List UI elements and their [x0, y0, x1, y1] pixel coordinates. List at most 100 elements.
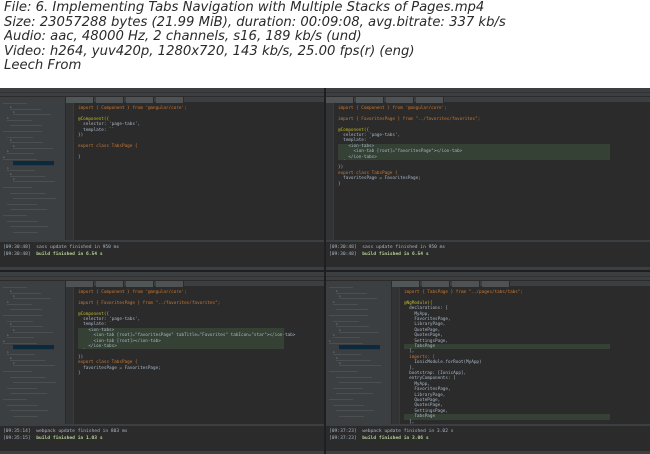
- project-tree-item[interactable]: [336, 373, 372, 378]
- project-tree-item[interactable]: [3, 155, 37, 160]
- thumbnail-grid: import { Component } from '@angular/core…: [0, 88, 650, 454]
- project-tree-item[interactable]: [3, 99, 27, 104]
- project-tree-item[interactable]: [7, 300, 32, 305]
- project-tree-item[interactable]: [10, 389, 47, 395]
- ide-status-bar: [0, 266, 324, 270]
- code-line: import { Component } from '@angular/core…: [338, 106, 447, 111]
- code-line: favoritesPage = FavoritesPage;: [78, 365, 161, 371]
- project-tree-panel[interactable]: [0, 97, 66, 240]
- code-editor[interactable]: import { Component } from '@angular/core…: [75, 103, 324, 240]
- code-editor[interactable]: import { Component } from '@angular/core…: [75, 287, 324, 424]
- project-tree-item[interactable]: [13, 160, 54, 166]
- terminal-panel[interactable]: [09:30:48] sass update finished in 950 m…: [0, 240, 324, 266]
- terminal-line: [09:30:48] build finished in 6.54 s: [329, 252, 429, 258]
- project-tree-item[interactable]: [10, 305, 42, 311]
- project-tree-item[interactable]: [10, 205, 47, 211]
- project-tree-item[interactable]: [336, 322, 369, 328]
- code-editor[interactable]: import { TabsPage } from "../pages/tabs/…: [401, 287, 650, 424]
- ide-status-bar: [0, 450, 324, 454]
- project-tree-item[interactable]: [336, 305, 368, 311]
- project-tree-item[interactable]: [13, 144, 53, 149]
- project-tree-item[interactable]: [333, 401, 364, 406]
- project-tree-item[interactable]: [3, 395, 27, 400]
- code-line: import { FavoritesPage } from "../favori…: [338, 116, 481, 122]
- project-tree-item[interactable]: [333, 317, 359, 322]
- terminal-message: sass update finished in 950 ms: [36, 245, 120, 250]
- project-tree-item[interactable]: [339, 378, 382, 384]
- project-tree-item[interactable]: [10, 105, 41, 110]
- project-tree-item[interactable]: [7, 384, 37, 389]
- project-tree-item[interactable]: [7, 217, 38, 222]
- project-tree-item[interactable]: [13, 378, 56, 384]
- project-tree-item[interactable]: [3, 127, 42, 132]
- code-line: template: ``: [78, 127, 115, 133]
- project-tree-item[interactable]: [13, 177, 55, 183]
- project-tree-item[interactable]: [329, 367, 358, 372]
- code-editor[interactable]: import { Component } from '@angular/core…: [335, 103, 650, 240]
- project-tree-item[interactable]: [13, 328, 53, 333]
- terminal-panel[interactable]: [09:37:23] webpack update finished in 3.…: [326, 424, 650, 450]
- terminal-panel[interactable]: [09:30:48] sass update finished in 950 m…: [326, 240, 650, 266]
- project-tree-item[interactable]: [10, 138, 43, 144]
- project-tree-item[interactable]: [13, 228, 38, 233]
- project-tree-item[interactable]: [3, 283, 27, 288]
- project-tree-item[interactable]: [10, 373, 46, 378]
- project-tree-item[interactable]: [329, 283, 353, 288]
- project-tree-item[interactable]: [7, 317, 33, 322]
- project-tree-item[interactable]: [10, 322, 43, 328]
- leech-from-text: Leech From: [4, 59, 82, 74]
- project-tree-item[interactable]: [333, 350, 361, 356]
- project-tree-item[interactable]: [10, 189, 46, 194]
- project-tree-panel[interactable]: [326, 281, 392, 424]
- code-line: </ion-tabs>: [78, 344, 284, 350]
- project-tree-item[interactable]: [13, 361, 55, 367]
- code-line: TabsPage: [404, 344, 610, 350]
- project-tree-item[interactable]: [339, 361, 381, 367]
- project-tree-item[interactable]: [10, 289, 41, 294]
- project-tree-item[interactable]: [339, 412, 364, 417]
- project-tree-item[interactable]: [7, 149, 34, 155]
- project-tree-item[interactable]: [3, 211, 27, 216]
- project-tree-item[interactable]: [7, 116, 32, 121]
- project-tree-item[interactable]: [339, 328, 379, 333]
- project-tree-item[interactable]: [7, 200, 37, 205]
- project-tree-item[interactable]: [10, 121, 42, 127]
- project-tree-item[interactable]: [7, 166, 35, 172]
- project-tree-item[interactable]: [3, 339, 37, 344]
- terminal-timestamp: [09:37:23]: [329, 435, 357, 441]
- project-tree-panel[interactable]: [0, 281, 66, 424]
- project-tree-item[interactable]: [3, 367, 32, 372]
- project-tree-item[interactable]: [329, 311, 368, 316]
- terminal-line: [09:30:48] sass update finished in 950 m…: [329, 245, 445, 251]
- project-tree-item[interactable]: [339, 294, 377, 300]
- project-tree-item[interactable]: [13, 344, 54, 350]
- project-tree-item[interactable]: [336, 356, 371, 361]
- project-tree-item[interactable]: [3, 183, 32, 188]
- project-tree-item[interactable]: [336, 389, 373, 395]
- project-tree-item[interactable]: [339, 344, 380, 350]
- project-tree-item[interactable]: [7, 401, 38, 406]
- project-tree-item[interactable]: [10, 356, 45, 361]
- project-tree-item[interactable]: [336, 289, 367, 294]
- line-number-gutter: [326, 103, 334, 240]
- project-tree-item[interactable]: [13, 412, 38, 417]
- terminal-panel[interactable]: [09:35:14] webpack update finished in 80…: [0, 424, 324, 450]
- project-tree-item[interactable]: [333, 300, 358, 305]
- project-tree-item[interactable]: [336, 406, 374, 412]
- file-size-text: Size: 23057288 bytes (21.99 MiB), durati…: [4, 15, 506, 30]
- project-tree-item[interactable]: [7, 350, 35, 356]
- code-line: TabsPage: [404, 414, 610, 420]
- project-tree-item[interactable]: [7, 133, 33, 138]
- project-tree-item[interactable]: [10, 172, 45, 177]
- project-tree-item[interactable]: [10, 222, 48, 228]
- project-tree-item[interactable]: [13, 294, 51, 300]
- project-tree-item[interactable]: [10, 406, 48, 412]
- project-tree-item[interactable]: [3, 311, 42, 316]
- project-tree-item[interactable]: [329, 339, 363, 344]
- project-tree-item[interactable]: [13, 194, 56, 200]
- project-tree-item[interactable]: [329, 395, 353, 400]
- project-tree-item[interactable]: [333, 333, 360, 339]
- project-tree-item[interactable]: [333, 384, 363, 389]
- project-tree-item[interactable]: [13, 110, 51, 116]
- project-tree-item[interactable]: [7, 333, 34, 339]
